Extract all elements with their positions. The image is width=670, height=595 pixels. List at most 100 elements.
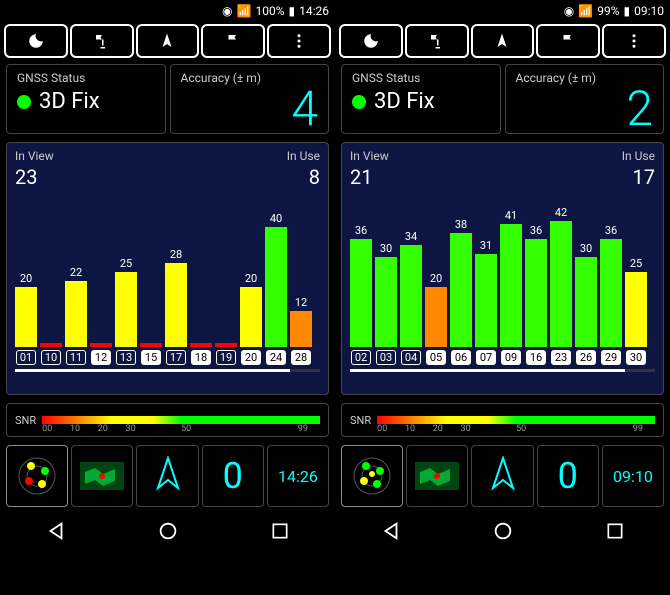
tab-speed[interactable]: 0 <box>202 445 264 507</box>
location-icon: ◉ <box>222 4 232 18</box>
tab-clock[interactable]: 14:26 <box>267 445 329 507</box>
status-bar: ◉ 📶 100% ▮ 14:26 <box>0 0 335 22</box>
satellite-bar: 3616 <box>525 224 547 365</box>
accuracy-card[interactable]: Accuracy (± m) 4 <box>170 64 330 134</box>
location-icon: ◉ <box>564 4 574 18</box>
tab-speed[interactable]: 0 <box>537 445 599 507</box>
screen-left: ◉ 📶 100% ▮ 14:26 GNSS Status 3D Fix Accu… <box>0 0 335 595</box>
accuracy-card[interactable]: Accuracy (± m) 2 <box>505 64 665 134</box>
satellite-bar: 18 <box>190 341 212 365</box>
waypoint-button[interactable] <box>405 24 469 58</box>
satellite-bar: 3026 <box>575 242 597 365</box>
snr-legend: SNR 001020305099 <box>6 403 329 437</box>
night-mode-button[interactable] <box>339 24 403 58</box>
battery-percent: 100% <box>255 4 284 18</box>
flag-button[interactable] <box>201 24 265 58</box>
home-button[interactable] <box>157 520 179 542</box>
satellite-bar: 3003 <box>375 242 397 365</box>
gnss-status-title: GNSS Status <box>352 71 490 85</box>
satellite-bar: 3404 <box>400 230 422 365</box>
tab-skyplot[interactable] <box>6 445 68 507</box>
satellite-bar: 4223 <box>550 206 572 365</box>
bottom-tabs: 0 09:10 <box>335 441 670 511</box>
android-navbar <box>335 511 670 551</box>
snr-gradient-icon: 001020305099 <box>42 416 320 424</box>
satellite-bar: 4109 <box>500 209 522 365</box>
chart-scroll[interactable] <box>350 369 655 372</box>
satellite-bar: 2817 <box>165 248 187 365</box>
screen-right: ◉ 📶 99% ▮ 09:10 GNSS Status 3D Fix Accur… <box>335 0 670 595</box>
status-bar: ◉ 📶 99% ▮ 09:10 <box>335 0 670 22</box>
accuracy-value: 4 <box>291 85 318 133</box>
in-use-value: 17 <box>633 165 655 189</box>
battery-percent: 99% <box>597 4 619 18</box>
home-button[interactable] <box>492 520 514 542</box>
tab-compass[interactable] <box>136 445 198 507</box>
satellite-bar: 15 <box>140 341 162 365</box>
satellite-bar: 2005 <box>425 272 447 365</box>
toolbar <box>0 22 335 60</box>
back-button[interactable] <box>380 520 402 542</box>
battery-icon: ▮ <box>624 4 631 18</box>
recent-button[interactable] <box>605 521 625 541</box>
menu-button[interactable] <box>602 24 666 58</box>
accuracy-value: 2 <box>626 85 653 133</box>
satellite-chart[interactable]: In View In Use 21 17 3602300334042005380… <box>341 142 664 395</box>
satellite-bar: 2001 <box>15 272 37 365</box>
satellite-bar: 12 <box>90 341 112 365</box>
bottom-tabs: 0 14:26 <box>0 441 335 511</box>
fix-indicator-icon <box>352 95 366 109</box>
tab-skyplot[interactable] <box>341 445 403 507</box>
snr-label: SNR <box>15 414 36 427</box>
satellite-bar: 10 <box>40 341 62 365</box>
satellite-bar: 3107 <box>475 239 497 365</box>
tab-clock[interactable]: 09:10 <box>602 445 664 507</box>
signal-icon: 📶 <box>237 4 252 18</box>
waypoint-button[interactable] <box>70 24 134 58</box>
bar-container: 3602300334042005380631074109361642233026… <box>350 199 655 365</box>
fix-text: 3D Fix <box>39 89 100 114</box>
satellite-bar: 2020 <box>240 272 262 365</box>
tab-map[interactable] <box>71 445 133 507</box>
in-use-value: 8 <box>309 165 320 189</box>
in-use-label: In Use <box>287 149 320 163</box>
gnss-status-card[interactable]: GNSS Status 3D Fix <box>6 64 166 134</box>
battery-icon: ▮ <box>289 4 296 18</box>
status-time: 14:26 <box>299 4 329 18</box>
tab-map[interactable] <box>406 445 468 507</box>
satellite-bar: 3602 <box>350 224 372 365</box>
fix-text: 3D Fix <box>374 89 435 114</box>
satellite-bar: 2530 <box>625 257 647 365</box>
snr-label: SNR <box>350 414 371 427</box>
in-view-value: 21 <box>350 165 372 189</box>
navigate-button[interactable] <box>136 24 200 58</box>
snr-gradient-icon: 001020305099 <box>377 416 655 424</box>
satellite-bar: 19 <box>215 341 237 365</box>
gnss-status-card[interactable]: GNSS Status 3D Fix <box>341 64 501 134</box>
in-view-value: 23 <box>15 165 37 189</box>
chart-scroll[interactable] <box>15 369 320 372</box>
in-view-label: In View <box>350 149 389 163</box>
menu-button[interactable] <box>267 24 331 58</box>
navigate-button[interactable] <box>471 24 535 58</box>
back-button[interactable] <box>45 520 67 542</box>
satellite-bar: 2513 <box>115 257 137 365</box>
satellite-bar: 3629 <box>600 224 622 365</box>
in-use-label: In Use <box>622 149 655 163</box>
status-time: 09:10 <box>634 4 664 18</box>
gnss-status-title: GNSS Status <box>17 71 155 85</box>
tab-compass[interactable] <box>471 445 533 507</box>
night-mode-button[interactable] <box>4 24 68 58</box>
satellite-bar: 4024 <box>265 212 287 365</box>
satellite-bar: 1228 <box>290 296 312 365</box>
signal-icon: 📶 <box>578 4 593 18</box>
satellite-bar: 2211 <box>65 266 87 365</box>
toolbar <box>335 22 670 60</box>
snr-legend: SNR 001020305099 <box>341 403 664 437</box>
satellite-chart[interactable]: In View In Use 23 8 20011022111225131528… <box>6 142 329 395</box>
in-view-label: In View <box>15 149 54 163</box>
recent-button[interactable] <box>270 521 290 541</box>
flag-button[interactable] <box>536 24 600 58</box>
fix-indicator-icon <box>17 95 31 109</box>
bar-container: 20011022111225131528171819202040241228 <box>15 199 320 365</box>
